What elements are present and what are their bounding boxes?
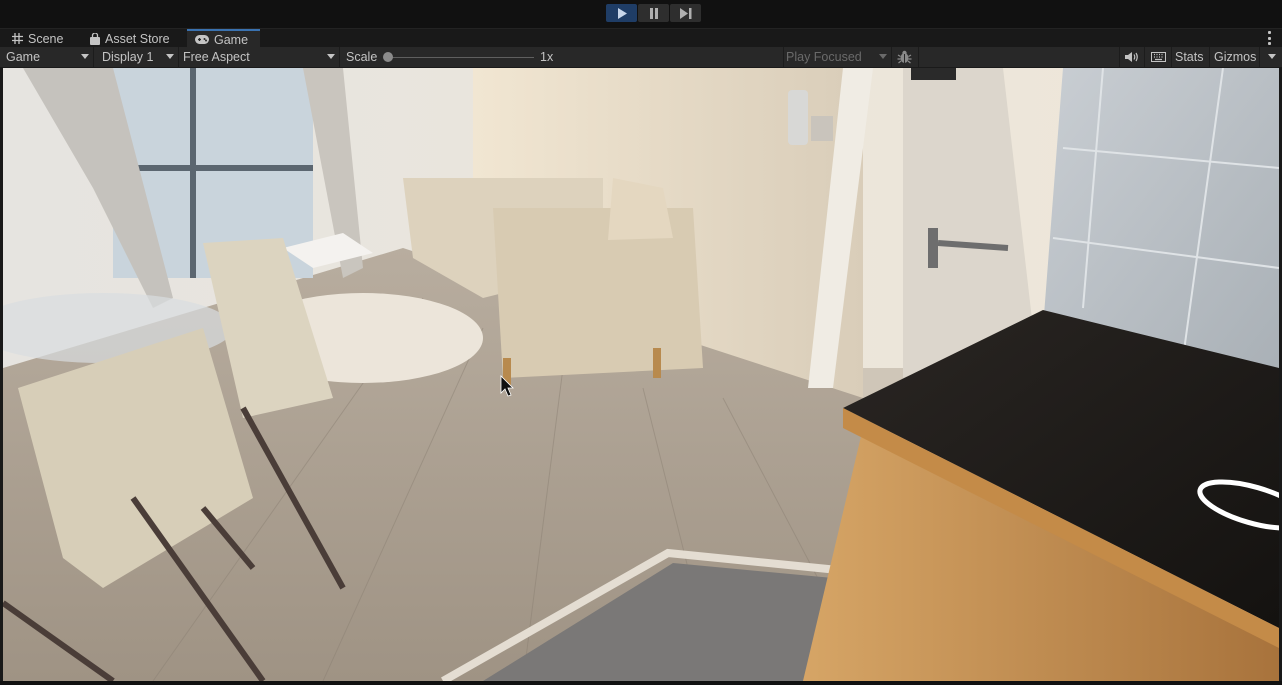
chevron-down-icon [166,54,174,59]
pause-icon [649,7,658,19]
toolbar-spacer [919,47,1120,67]
game-render [3,68,1279,681]
view-dropdown-value: Game [6,50,41,64]
gizmos-label: Gizmos [1214,50,1257,64]
tab-scene-label: Scene [28,31,64,46]
chevron-down-icon [327,54,335,59]
grid-icon [12,33,23,44]
view-dropdown[interactable]: Game [0,47,94,67]
audio-mute-button[interactable] [1120,47,1145,67]
play-mode-value: Play Focused [786,50,862,64]
light-switch [811,116,833,141]
tab-asset-store[interactable]: Asset Store [82,29,178,48]
tab-scene[interactable]: Scene [4,29,71,48]
game-toolbar: Game Display 1 Free Aspect Scale 1x Play… [0,47,1282,68]
gamepad-icon [195,35,209,44]
stats-button[interactable]: Stats [1172,47,1210,67]
kebab-menu-icon[interactable] [1268,31,1272,45]
tab-game[interactable]: Game [187,29,260,48]
stats-label: Stats [1175,50,1204,64]
game-view[interactable] [3,68,1279,681]
play-mode-dropdown[interactable]: Play Focused [784,47,892,67]
gizmos-button[interactable]: Gizmos [1210,47,1260,67]
picture-frame [911,68,956,80]
speaker-icon [1125,52,1138,62]
play-controls [606,4,701,22]
step-icon [679,7,691,19]
frame-bottom [0,681,1282,685]
chevron-down-icon [1268,54,1276,59]
scale-label: Scale [346,50,378,64]
door-handle [928,228,938,268]
display-dropdown-value: Display 1 [102,50,154,64]
keyboard-icon [1151,52,1166,62]
intercom [788,90,808,145]
play-icon [617,7,627,19]
keyboard-button[interactable] [1145,47,1172,67]
chevron-down-icon [879,54,887,59]
bug-icon [897,50,912,64]
scale-value: 1x [540,50,554,64]
gizmos-dropdown[interactable] [1260,47,1282,67]
scale-slider-track[interactable] [388,57,534,58]
tab-game-label: Game [214,32,249,47]
top-toolbar [0,0,1282,28]
scale-slider-handle[interactable] [383,52,393,62]
pause-button[interactable] [638,4,669,22]
tab-asset-store-label: Asset Store [105,31,170,46]
aspect-dropdown-value: Free Aspect [183,50,250,64]
aspect-dropdown[interactable]: Free Aspect [179,47,340,67]
play-button[interactable] [606,4,637,22]
chevron-down-icon [81,54,89,59]
tab-bar: Scene Asset Store Game [0,28,1282,48]
step-button[interactable] [670,4,701,22]
display-dropdown[interactable]: Display 1 [96,47,179,67]
shopping-bag-icon [90,32,100,45]
bug-button[interactable] [892,47,919,67]
